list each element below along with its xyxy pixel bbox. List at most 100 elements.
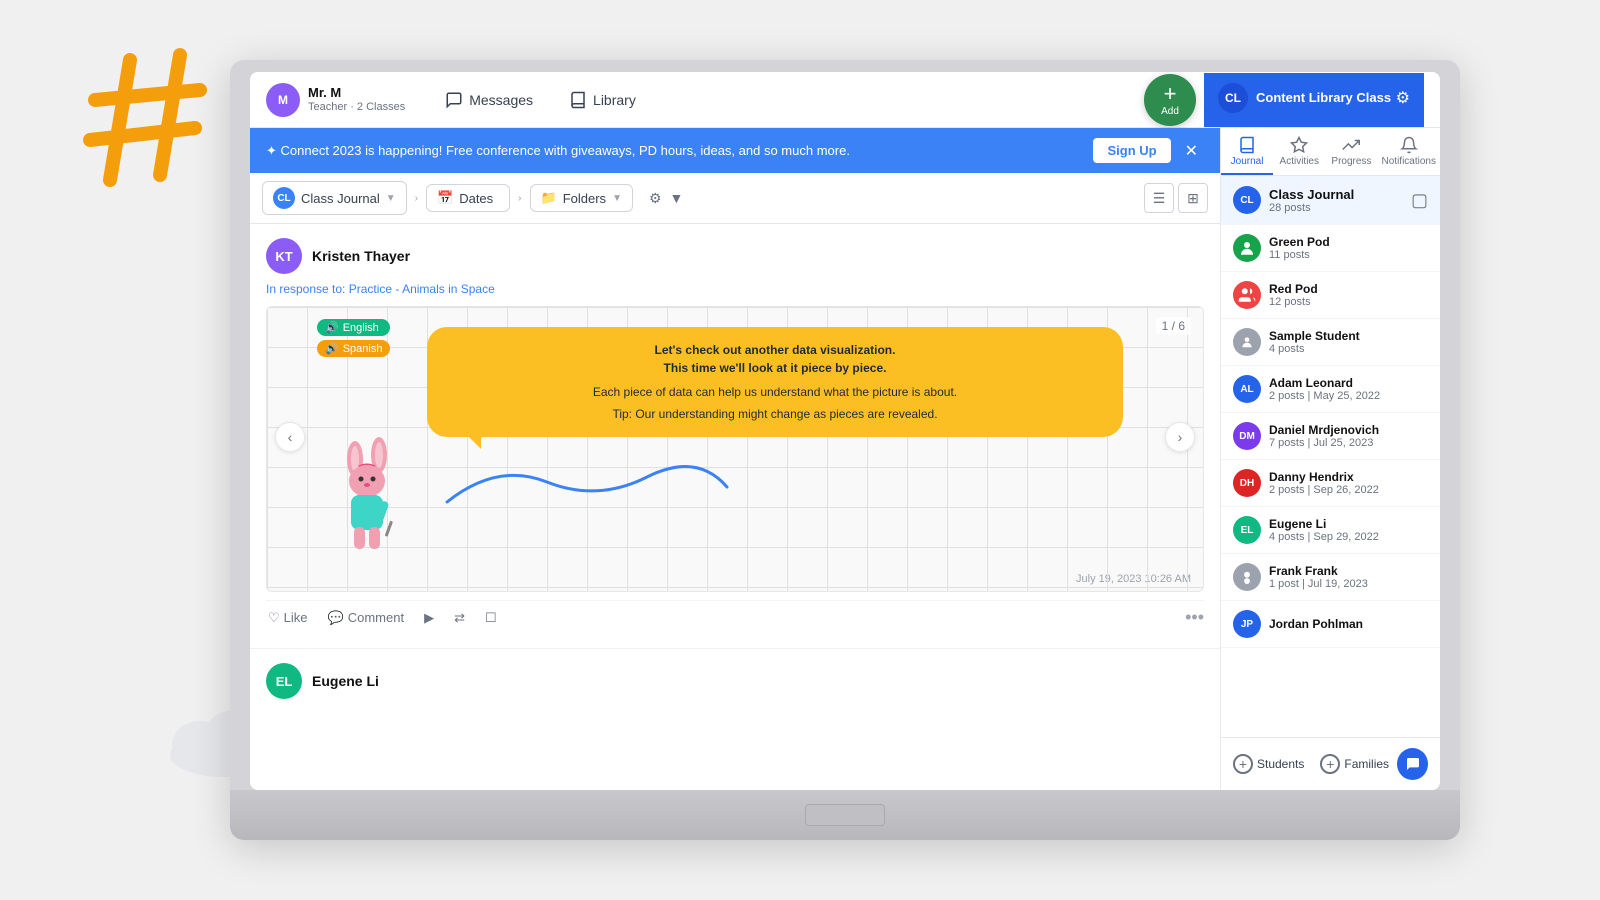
tab-notifications[interactable]: Notifications <box>1378 128 1440 175</box>
filter-separator-arrow2: › <box>518 193 521 204</box>
sidebar-eugene-li[interactable]: EL Eugene Li 4 posts | Sep 29, 2022 <box>1221 507 1440 554</box>
class-journal-count: 28 posts <box>1269 202 1354 214</box>
comment-button[interactable]: 💬 Comment <box>326 608 407 628</box>
sidebar-frank-frank[interactable]: Frank Frank 1 post | Jul 19, 2023 <box>1221 554 1440 601</box>
dates-filter[interactable]: 📅 Dates <box>426 184 510 212</box>
library-button[interactable]: Library <box>553 84 652 116</box>
more-options-button[interactable]: ••• <box>1185 607 1204 628</box>
sidebar-adam-leonard[interactable]: AL Adam Leonard 2 posts | May 25, 2022 <box>1221 366 1440 413</box>
filter-options-icon[interactable]: ⚙ <box>649 190 662 207</box>
red-pod-info: Red Pod 12 posts <box>1269 282 1318 308</box>
library-icon <box>569 91 587 109</box>
sidebar-sample-student[interactable]: Sample Student 4 posts <box>1221 319 1440 366</box>
graph-area <box>437 442 1123 527</box>
danny-count: 2 posts | Sep 26, 2022 <box>1269 484 1379 496</box>
spanish-tag[interactable]: 🔊 Spanish <box>317 340 390 357</box>
daniel-left: DM Daniel Mrdjenovich 7 posts | Jul 25, … <box>1233 422 1379 450</box>
folders-filter[interactable]: 📁 Folders ▼ <box>530 184 633 212</box>
sidebar-jordan-pohlman[interactable]: JP Jordan Pohlman <box>1221 601 1440 648</box>
journal-tab-icon <box>1238 136 1256 154</box>
families-label: Families <box>1344 757 1389 771</box>
sidebar-logo: CL Content Library Class <box>1218 83 1391 113</box>
sidebar-logo-row: CL Content Library Class ⚙ <box>1218 83 1410 113</box>
daniel-name: Daniel Mrdjenovich <box>1269 423 1379 437</box>
media-content: 1 / 6 🔊 English 🔊 <box>267 307 1203 567</box>
user-name: Mr. M <box>308 85 405 101</box>
tab-activities[interactable]: Activities <box>1273 128 1325 175</box>
banner-actions: Sign Up ✕ <box>1093 138 1204 163</box>
bunny-svg <box>327 437 407 557</box>
share-button[interactable]: ⇄ <box>452 608 467 628</box>
list-view-button[interactable]: ☰ <box>1144 183 1174 213</box>
grid-view-button[interactable]: ⊞ <box>1178 183 1208 213</box>
media-next-button[interactable]: › <box>1165 422 1195 452</box>
play-button[interactable]: ▶ <box>422 608 436 628</box>
sign-up-button[interactable]: Sign Up <box>1093 138 1170 163</box>
adam-avatar: AL <box>1233 375 1261 403</box>
journal-filter[interactable]: CL Class Journal ▼ <box>262 181 407 215</box>
view-toggle-buttons: ☰ ⊞ <box>1144 183 1208 213</box>
sound-icon-en: 🔊 <box>325 321 339 334</box>
sidebar-danny-hendrix[interactable]: DH Danny Hendrix 2 posts | Sep 26, 2022 <box>1221 460 1440 507</box>
sidebar-group-red-pod[interactable]: Red Pod 12 posts <box>1221 272 1440 319</box>
adam-count: 2 posts | May 25, 2022 <box>1269 390 1380 402</box>
class-journal-info: Class Journal 28 posts <box>1269 187 1354 214</box>
danny-info: Danny Hendrix 2 posts | Sep 26, 2022 <box>1269 470 1379 496</box>
add-students-button[interactable]: + Students <box>1233 754 1304 774</box>
add-families-button[interactable]: + Families <box>1320 754 1389 774</box>
add-families-icon: + <box>1320 754 1340 774</box>
english-tag[interactable]: 🔊 English <box>317 319 390 336</box>
in-response-label: In response to: Practice - Animals in Sp… <box>266 282 1204 296</box>
user-initials: M <box>278 93 288 107</box>
entry-actions: ♡ Like 💬 Comment ▶ <box>266 600 1204 634</box>
laptop-screen: M Mr. M Teacher · 2 Classes Messages <box>250 72 1440 790</box>
green-pod-icon <box>1238 239 1256 257</box>
user-avatar: M <box>266 83 300 117</box>
eugene-info: Eugene Li 4 posts | Sep 29, 2022 <box>1269 517 1379 543</box>
add-students-icon: + <box>1233 754 1253 774</box>
nav-buttons: Messages Library <box>429 84 652 116</box>
language-tags: 🔊 English 🔊 Spanish <box>317 319 390 357</box>
media-prev-button[interactable]: ‹ <box>275 422 305 452</box>
sample-student-info: Sample Student 4 posts <box>1269 329 1360 355</box>
eugene-count: 4 posts | Sep 29, 2022 <box>1269 531 1379 543</box>
danny-left: DH Danny Hendrix 2 posts | Sep 26, 2022 <box>1233 469 1379 497</box>
filter-separator-arrow: › <box>415 193 418 204</box>
entry-initials-eugene: EL <box>276 674 293 689</box>
speech-bubble: Let's check out another data visualizati… <box>427 327 1123 437</box>
laptop-body: M Mr. M Teacher · 2 Classes Messages <box>230 60 1460 840</box>
eugene-left: EL Eugene Li 4 posts | Sep 29, 2022 <box>1233 516 1379 544</box>
filter-extra-icon[interactable]: ▼ <box>670 190 684 206</box>
red-pod-icon <box>1238 286 1256 304</box>
entry-header-kristen: KT Kristen Thayer <box>266 238 1204 274</box>
media-area: 1 / 6 🔊 English 🔊 <box>266 306 1204 592</box>
daniel-count: 7 posts | Jul 25, 2023 <box>1269 437 1379 449</box>
message-bubble-button[interactable] <box>1397 748 1428 780</box>
eugene-avatar: EL <box>1233 516 1261 544</box>
save-button[interactable]: ☐ <box>483 608 499 628</box>
laptop-base <box>230 790 1460 840</box>
right-sidebar: Journal Activities <box>1220 128 1440 790</box>
add-button[interactable]: + Add <box>1144 74 1196 126</box>
tab-journal[interactable]: Journal <box>1221 128 1273 175</box>
close-banner-button[interactable]: ✕ <box>1179 139 1204 163</box>
trackpad <box>805 804 885 826</box>
tab-progress[interactable]: Progress <box>1325 128 1377 175</box>
play-icon: ▶ <box>424 610 434 626</box>
red-pod-name: Red Pod <box>1269 282 1318 296</box>
like-button[interactable]: ♡ Like <box>266 608 310 628</box>
sidebar-class-journal[interactable]: CL Class Journal 28 posts ▢ <box>1221 176 1440 225</box>
messages-button[interactable]: Messages <box>429 84 549 116</box>
speech-line2: This time we'll look at it piece by piec… <box>443 359 1107 377</box>
settings-icon[interactable]: ⚙ <box>1396 88 1410 108</box>
sidebar-group-green-pod[interactable]: Green Pod 11 posts <box>1221 225 1440 272</box>
banner-text: ✦ Connect 2023 is happening! Free confer… <box>266 143 850 159</box>
jordan-initials: JP <box>1241 619 1253 630</box>
graph-svg <box>437 442 737 522</box>
danny-name: Danny Hendrix <box>1269 470 1379 484</box>
tab-activities-label: Activities <box>1280 156 1319 167</box>
jordan-avatar: JP <box>1233 610 1261 638</box>
journal-entry-kristen: KT Kristen Thayer In response to: Practi… <box>250 224 1220 649</box>
adam-left: AL Adam Leonard 2 posts | May 25, 2022 <box>1233 375 1380 403</box>
sidebar-daniel-mrdjenovich[interactable]: DM Daniel Mrdjenovich 7 posts | Jul 25, … <box>1221 413 1440 460</box>
